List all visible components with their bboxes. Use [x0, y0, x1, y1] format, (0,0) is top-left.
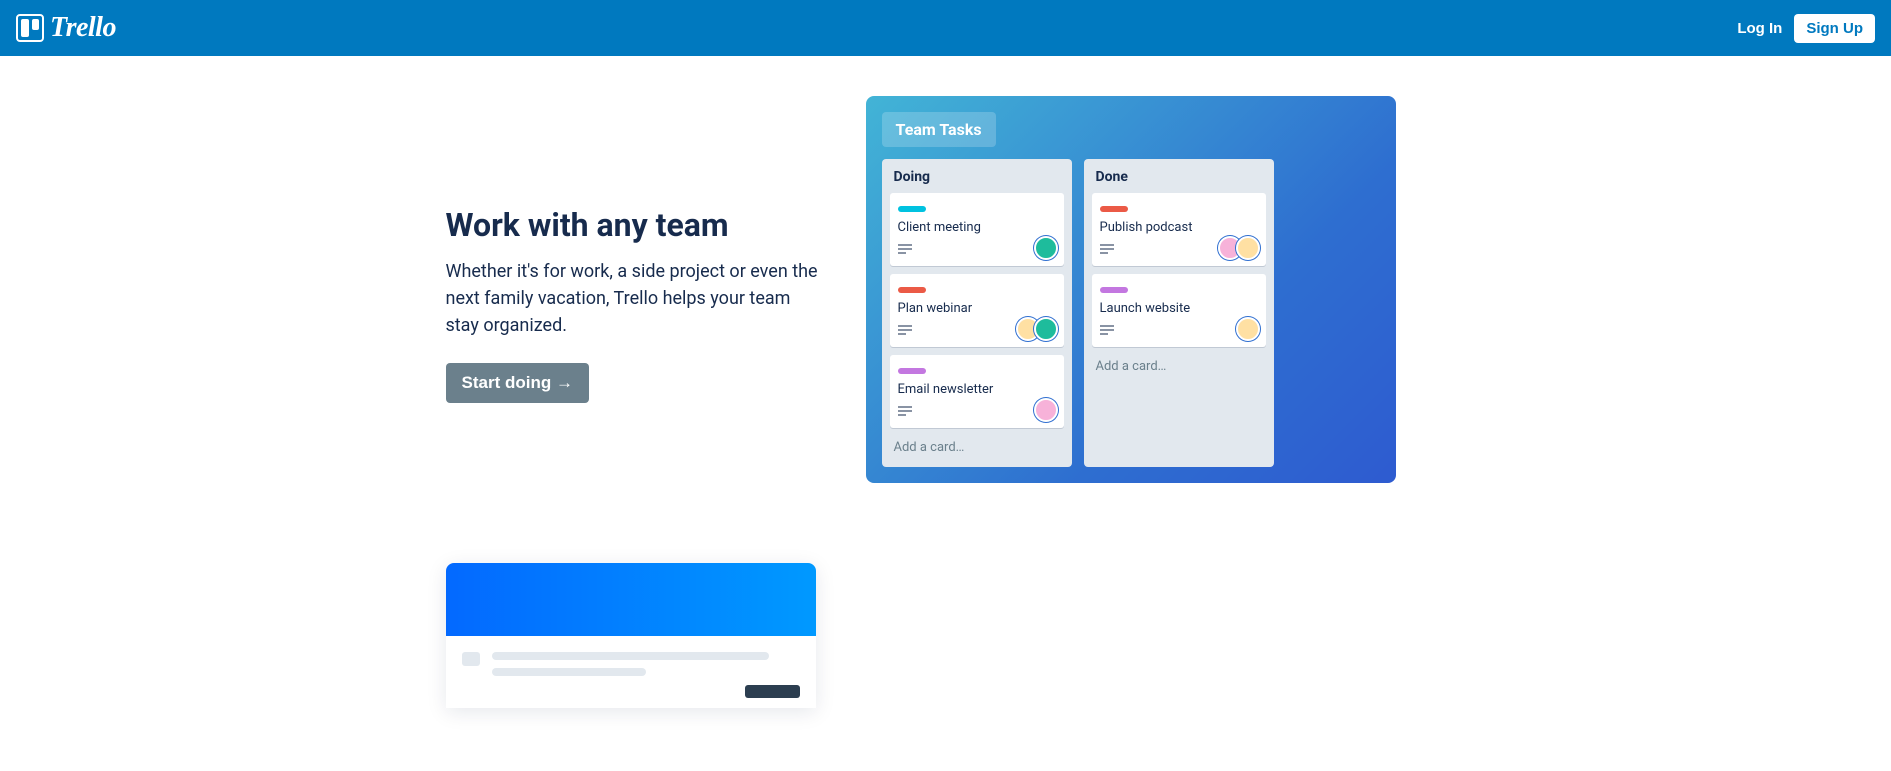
list: Doing Client meeting Plan webinar Email new… [882, 159, 1072, 467]
feature-text: Work with any team Whether it's for work… [446, 96, 826, 403]
add-card-button[interactable]: Add a card… [890, 436, 1064, 459]
description-icon [898, 244, 912, 254]
avatar [1034, 236, 1058, 260]
placeholder-icon [462, 652, 480, 666]
avatar [1034, 398, 1058, 422]
description-icon [898, 325, 912, 335]
card-title: Plan webinar [898, 301, 1056, 316]
signup-button[interactable]: Sign Up [1794, 14, 1875, 43]
board-lists: Doing Client meeting Plan webinar Email new… [882, 159, 1380, 467]
card-label [898, 287, 926, 293]
feature-body: Whether it's for work, a side project or… [446, 258, 826, 339]
board-preview: Team Tasks Doing Client meeting Plan webin… [866, 96, 1396, 483]
avatar [1236, 317, 1260, 341]
add-card-button[interactable]: Add a card… [1092, 355, 1266, 378]
description-icon [898, 406, 912, 416]
feature-section: Work with any team Whether it's for work… [446, 56, 1446, 563]
description-icon [1100, 325, 1114, 335]
header-actions: Log In Sign Up [1737, 14, 1875, 43]
card[interactable]: Email newsletter [890, 355, 1064, 428]
card-label [898, 368, 926, 374]
card-title: Publish podcast [1100, 220, 1258, 235]
card[interactable]: Plan webinar [890, 274, 1064, 347]
list-title: Done [1092, 167, 1266, 193]
start-doing-button[interactable]: Start doing → [446, 363, 589, 403]
card-members [1242, 317, 1260, 341]
card-label [1100, 206, 1128, 212]
board-preview-container: Team Tasks Doing Client meeting Plan webin… [866, 96, 1446, 483]
card[interactable]: Launch website [1092, 274, 1266, 347]
placeholder-line [492, 652, 769, 660]
card-label [1100, 287, 1128, 293]
list-title: Doing [890, 167, 1064, 193]
placeholder-lines [492, 652, 800, 684]
brand-logo[interactable]: Trello [16, 12, 116, 44]
card-title: Email newsletter [898, 382, 1056, 397]
board-title: Team Tasks [882, 112, 996, 147]
feature-heading: Work with any team [446, 206, 826, 244]
global-header: Trello Log In Sign Up [0, 0, 1891, 56]
brand-name: Trello [50, 12, 116, 44]
description-icon [1100, 244, 1114, 254]
card-title: Client meeting [898, 220, 1056, 235]
trello-board-icon [16, 14, 44, 42]
card-members [1040, 236, 1058, 260]
login-button[interactable]: Log In [1737, 20, 1782, 37]
card[interactable]: Publish podcast [1092, 193, 1266, 266]
card-label [898, 206, 926, 212]
card-members [1022, 317, 1058, 341]
card-back-body [446, 636, 816, 700]
placeholder-line [492, 668, 646, 676]
card-members [1040, 398, 1058, 422]
avatar [1034, 317, 1058, 341]
card-title: Launch website [1100, 301, 1258, 316]
card[interactable]: Client meeting [890, 193, 1064, 266]
card-members [1224, 236, 1260, 260]
avatar [1236, 236, 1260, 260]
next-feature-peek [446, 563, 1446, 708]
list: Done Publish podcast Launch website Add a c… [1084, 159, 1274, 467]
placeholder-chip [745, 685, 800, 698]
card-back-preview [446, 563, 816, 708]
card-back-cover [446, 563, 816, 636]
